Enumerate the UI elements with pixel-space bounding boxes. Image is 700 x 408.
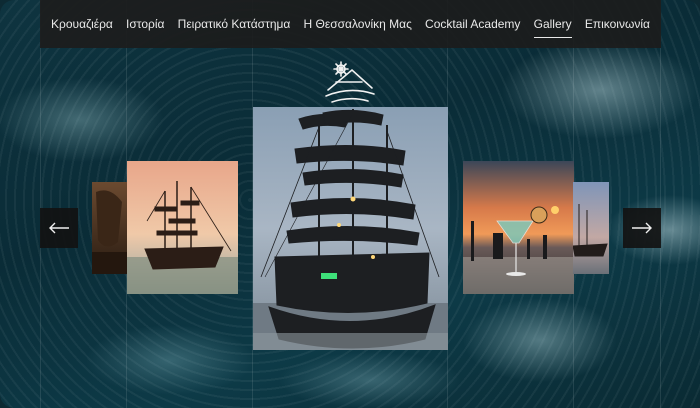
gallery-slide-right[interactable] [463, 161, 574, 294]
prev-slide-button[interactable] [40, 208, 78, 248]
grid-line [660, 0, 661, 408]
nav-item-history[interactable]: Ιστορία [126, 17, 164, 31]
nav-item-our-thessaloniki[interactable]: Η Θεσσαλονίκη Μας [304, 17, 412, 31]
arrow-right-icon [632, 222, 652, 234]
gallery-page: Κρουαζιέρα Ιστορία Πειρατικό Κατάστημα Η… [0, 0, 700, 408]
nav-item-cocktail-academy[interactable]: Cocktail Academy [425, 17, 520, 31]
grid-line [40, 0, 41, 408]
next-slide-button[interactable] [623, 208, 661, 248]
nav-item-contact[interactable]: Επικοινωνία [585, 17, 650, 31]
nav-item-cruise[interactable]: Κρουαζιέρα [51, 17, 113, 31]
pirate-ship-logo-icon[interactable] [322, 60, 378, 104]
gallery-slide-far-right[interactable] [573, 182, 609, 274]
nav-item-gallery[interactable]: Gallery [533, 17, 572, 38]
gallery-slide-center[interactable] [253, 107, 448, 350]
gallery-slide-far-left[interactable] [92, 182, 128, 274]
arrow-left-icon [49, 222, 69, 234]
main-nav: Κρουαζιέρα Ιστορία Πειρατικό Κατάστημα Η… [40, 0, 661, 48]
nav-item-pirate-shop[interactable]: Πειρατικό Κατάστημα [178, 17, 291, 31]
gallery-slide-left[interactable] [127, 161, 238, 294]
